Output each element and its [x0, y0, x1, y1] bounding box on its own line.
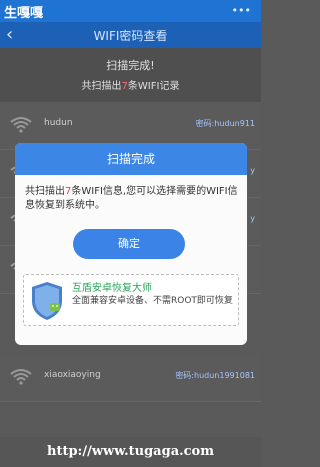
promo-description: 全面兼容安卓设备、不需ROOT即可恢复 — [72, 296, 233, 306]
summary-prefix: 共扫描出 — [81, 81, 122, 92]
wifi-icon — [10, 117, 32, 133]
shield-android-icon — [32, 282, 62, 320]
watermark-url: http://www.tugaga.com — [47, 444, 214, 459]
promo-banner[interactable]: 互盾安卓恢复大师 全面兼容安卓设备、不需ROOT即可恢复 — [23, 274, 239, 326]
wifi-password: y — [250, 214, 255, 223]
summary-count-line: 共扫描出7条WIFI记录 — [0, 77, 261, 92]
confirm-button[interactable]: 确定 — [73, 229, 185, 259]
watermark-footer: http://www.tugaga.com — [0, 437, 261, 467]
wifi-icon — [10, 369, 32, 385]
dialog-msg-prefix: 共扫描出 — [25, 186, 65, 197]
page-title: WIFI密码查看 — [93, 29, 168, 43]
wifi-password: y — [250, 166, 255, 175]
watermark-text: 生嘎嘎 — [4, 6, 44, 21]
scan-complete-dialog: 扫描完成 共扫描出7条WIFI信息,您可以选择需要的WIFI信息恢复到系统中。 … — [15, 143, 247, 345]
wifi-password: 密码:hudun1991081 — [175, 371, 255, 380]
app-bar: ‹ WIFI密码查看 — [0, 22, 261, 48]
wifi-ssid: hudun — [44, 118, 73, 128]
scan-summary: 扫描完成! 共扫描出7条WIFI记录 — [0, 48, 261, 102]
wifi-password: 密码:hudun911 — [195, 119, 255, 128]
dialog-message: 共扫描出7条WIFI信息,您可以选择需要的WIFI信息恢复到系统中。 — [25, 185, 239, 213]
more-dots-icon[interactable]: ••• — [232, 4, 251, 17]
dialog-title: 扫描完成 — [15, 143, 247, 175]
summary-title: 扫描完成! — [106, 59, 155, 72]
wifi-row[interactable]: xiaoxiaoying 密码:hudun1991081 — [0, 354, 261, 402]
status-bar: 生嘎嘎 ••• — [0, 0, 261, 22]
summary-suffix: 条WIFI记录 — [127, 81, 180, 92]
wifi-ssid: xiaoxiaoying — [44, 370, 101, 380]
promo-title: 互盾安卓恢复大师 — [72, 283, 152, 294]
